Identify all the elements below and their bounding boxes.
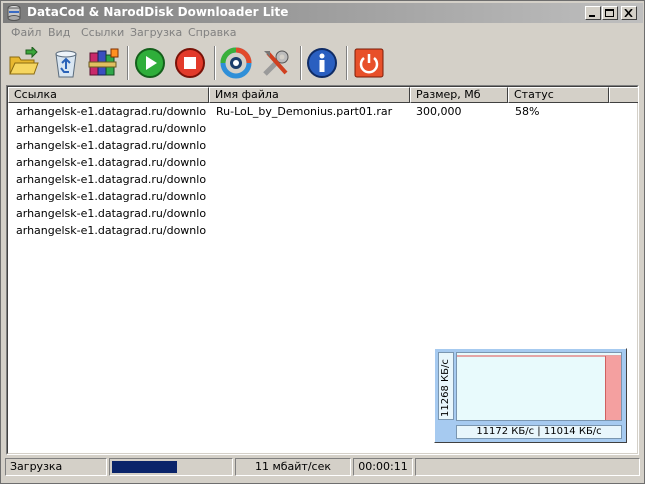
status-elapsed: 00:00:11 [353, 458, 413, 476]
exit-button[interactable] [351, 45, 387, 81]
close-icon [624, 9, 633, 17]
table-row[interactable]: arhangelsk-e1.datagrad.ru/download/... [8, 121, 638, 138]
graph-plot [456, 352, 622, 421]
winrar-books-icon [88, 48, 119, 76]
column-header-status[interactable]: Статус [508, 87, 609, 103]
open-button[interactable] [5, 45, 41, 81]
refresh-icon [220, 47, 252, 79]
table-row[interactable]: arhangelsk-e1.datagrad.ru/download/... [8, 155, 638, 172]
status-empty-panel [415, 458, 640, 476]
stop-button[interactable] [172, 45, 208, 81]
cell-status: 58% [515, 105, 540, 118]
power-icon [354, 48, 384, 78]
window-title: DataCod & NarodDisk Downloader Lite [27, 5, 289, 19]
toolbar-separator [346, 46, 348, 80]
archive-button[interactable] [85, 45, 121, 81]
settings-tools-icon [263, 50, 289, 76]
table-row[interactable]: arhangelsk-e1.datagrad.ru/download/... Ru… [8, 104, 638, 121]
list-header: Ссылка Имя файла Размер, Мб Статус [8, 87, 638, 103]
maximize-button[interactable] [602, 6, 618, 20]
table-row[interactable]: arhangelsk-e1.datagrad.ru/download/... [8, 206, 638, 223]
menu-help[interactable]: Справка [188, 26, 236, 39]
cell-link: arhangelsk-e1.datagrad.ru/download/... [16, 105, 206, 118]
column-header-filler [609, 87, 638, 103]
menu-file[interactable]: Файл [11, 26, 41, 39]
toolbar-separator [300, 46, 302, 80]
stop-icon [175, 48, 205, 78]
toolbar [3, 43, 643, 83]
list-rows: arhangelsk-e1.datagrad.ru/download/... Ru… [8, 104, 638, 240]
cell-link: arhangelsk-e1.datagrad.ru/download/... [16, 156, 206, 169]
toolbar-separator [127, 46, 129, 80]
title-bar[interactable]: DataCod & NarodDisk Downloader Lite [3, 3, 643, 23]
delete-button[interactable] [48, 45, 84, 81]
menu-download[interactable]: Загрузка [130, 26, 182, 39]
minimize-button[interactable] [585, 6, 601, 20]
table-row[interactable]: arhangelsk-e1.datagrad.ru/download/... [8, 138, 638, 155]
download-progress-bar [109, 458, 233, 476]
progress-fill [112, 461, 177, 473]
refresh-button[interactable] [218, 45, 254, 81]
cell-size: 300,000 [416, 105, 462, 118]
speed-graph-area [457, 353, 621, 420]
column-header-filename[interactable]: Имя файла [209, 87, 410, 103]
minimize-icon [589, 15, 595, 17]
status-bar: Загрузка 11 мбайт/сек 00:00:11 [3, 457, 643, 477]
maximize-icon [605, 9, 614, 17]
menu-bar: Файл Вид Ссылки Загрузка Справка [3, 24, 643, 42]
graph-speed-readout: 11172 КБ/с | 11014 КБ/с [456, 425, 622, 439]
toolbar-separator [214, 46, 216, 80]
menu-links[interactable]: Ссылки [81, 26, 124, 39]
cell-filename: Ru-LoL_by_Demonius.part01.rar [216, 105, 393, 118]
app-window: DataCod & NarodDisk Downloader Lite Файл… [0, 0, 645, 484]
close-button[interactable] [621, 6, 637, 20]
cell-link: arhangelsk-e1.datagrad.ru/download/... [16, 122, 206, 135]
status-state: Загрузка [5, 458, 107, 476]
cell-link: arhangelsk-e1.datagrad.ru/download/... [16, 190, 206, 203]
open-folder-icon [9, 47, 39, 75]
cell-link: arhangelsk-e1.datagrad.ru/download/... [16, 139, 206, 152]
info-icon [307, 48, 337, 78]
cell-link: arhangelsk-e1.datagrad.ru/download/... [16, 207, 206, 220]
speed-graph: 11268 КБ/с 11172 КБ/с | 11014 КБ/с [434, 348, 627, 443]
play-icon [135, 48, 165, 78]
start-button[interactable] [132, 45, 168, 81]
cell-link: arhangelsk-e1.datagrad.ru/download/... [16, 224, 206, 237]
menu-view[interactable]: Вид [48, 26, 70, 39]
recycle-bin-icon [55, 50, 77, 78]
column-header-size[interactable]: Размер, Мб [410, 87, 508, 103]
table-row[interactable]: arhangelsk-e1.datagrad.ru/download/... [8, 223, 638, 240]
graph-ylabel-box: 11268 КБ/с [438, 352, 454, 420]
app-icon [7, 5, 21, 21]
graph-ylabel: 11268 КБ/с [440, 359, 451, 417]
about-button[interactable] [304, 45, 340, 81]
column-header-link[interactable]: Ссылка [8, 87, 209, 103]
table-row[interactable]: arhangelsk-e1.datagrad.ru/download/... [8, 189, 638, 206]
status-speed: 11 мбайт/сек [235, 458, 351, 476]
table-row[interactable]: arhangelsk-e1.datagrad.ru/download/... [8, 172, 638, 189]
cell-link: arhangelsk-e1.datagrad.ru/download/... [16, 173, 206, 186]
settings-button[interactable] [258, 45, 294, 81]
